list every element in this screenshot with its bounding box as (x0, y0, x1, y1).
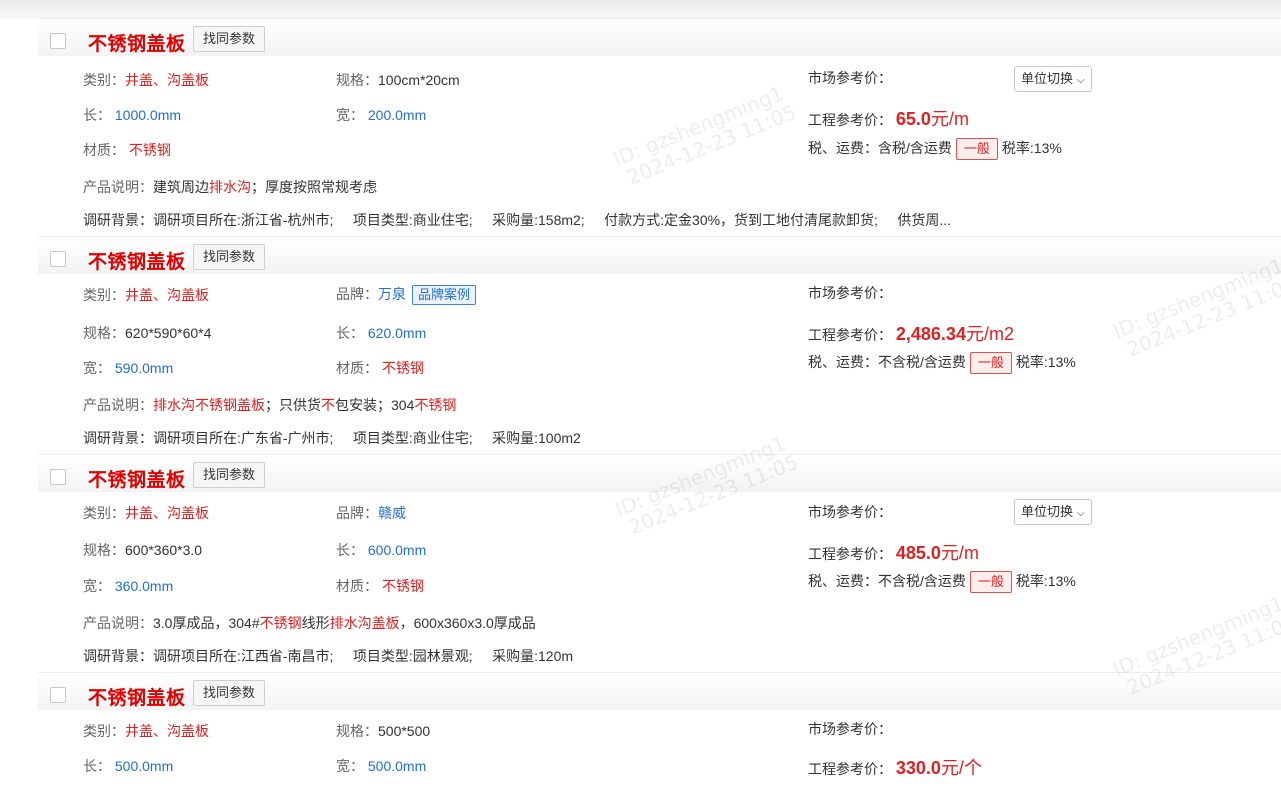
category-link-manhole[interactable]: 井盖 (125, 72, 153, 88)
market-price-field: 市场参考价： (808, 285, 892, 301)
length-field: 长： 620.0mm (336, 325, 427, 341)
category-link-trench[interactable]: 沟盖板 (167, 723, 209, 739)
item-header: 不锈钢盖板 找同参数 (38, 237, 1281, 274)
product-title[interactable]: 不锈钢盖板 (88, 29, 186, 56)
product-item: 不锈钢盖板 找同参数 类别：井盖、沟盖板 规格：500*500 长： 500.0… (38, 672, 1281, 787)
product-description: 产品说明：建筑周边排水沟；厚度按照常规考虑 (83, 179, 377, 195)
length-field: 长： 600.0mm (336, 542, 427, 558)
spec-field: 规格：600*360*3.0 (83, 542, 203, 558)
market-price-field: 市场参考价： (808, 70, 892, 86)
project-price-field: 工程参考价： 2,486.34元/m2 (808, 324, 1014, 344)
width-field: 宽： 500.0mm (336, 758, 427, 774)
material-field: 材质： 不锈钢 (336, 360, 424, 376)
product-description: 产品说明：排水沟不锈钢盖板；只供货不包安装；304不锈钢 (83, 397, 457, 413)
width-field: 宽： 200.0mm (336, 107, 427, 123)
brand-link[interactable]: 赣威 (378, 505, 406, 521)
general-tag[interactable]: 一般 (969, 352, 1012, 374)
brand-field: 品牌：赣威 (336, 505, 406, 521)
product-title[interactable]: 不锈钢盖板 (88, 465, 186, 492)
top-shadow-bar (0, 0, 1281, 16)
length-field: 长： 500.0mm (83, 758, 174, 774)
category-field: 类别：井盖、沟盖板 (83, 287, 209, 303)
select-checkbox[interactable] (50, 251, 66, 267)
category-link-trench[interactable]: 沟盖板 (167, 287, 209, 303)
material-field: 材质： 不锈钢 (336, 578, 424, 594)
width-field: 宽： 360.0mm (83, 578, 174, 594)
spec-field: 规格：500*500 (336, 723, 431, 739)
select-checkbox[interactable] (50, 33, 66, 49)
project-price-field: 工程参考价： 485.0元/m (808, 543, 979, 563)
find-same-params-button[interactable]: 找同参数 (193, 680, 266, 706)
find-same-params-button[interactable]: 找同参数 (193, 244, 266, 270)
category-field: 类别：井盖、沟盖板 (83, 72, 209, 88)
project-price-field: 工程参考价： 330.0元/个 (808, 758, 982, 778)
chevron-down-icon: ⌵ (1077, 75, 1085, 86)
category-link-manhole[interactable]: 井盖 (125, 723, 153, 739)
item-header: 不锈钢盖板 找同参数 (38, 455, 1281, 492)
product-list: 不锈钢盖板 找同参数 类别：井盖、沟盖板 规格：100cm*20cm 长： 10… (38, 18, 1281, 787)
category-field: 类别：井盖、沟盖板 (83, 505, 209, 521)
research-background: 调研背景：调研项目所在:广东省-广州市; 项目类型:商业住宅; 采购量:100m… (83, 430, 581, 446)
general-tag[interactable]: 一般 (955, 138, 998, 160)
find-same-params-button[interactable]: 找同参数 (193, 26, 266, 52)
spec-field: 规格：620*590*60*4 (83, 325, 212, 341)
category-link-manhole[interactable]: 井盖 (125, 287, 153, 303)
market-price-field: 市场参考价： (808, 721, 892, 737)
product-description: 产品说明：3.0厚成品，304#不锈钢线形排水沟盖板，600x360x3.0厚成… (83, 615, 536, 631)
general-tag[interactable]: 一般 (969, 571, 1012, 593)
tax-field: 税、运费：不含税/含运费 一般 税率:13% (808, 352, 1076, 374)
brand-field: 品牌：万泉 品牌案例 (336, 284, 477, 305)
category-link-manhole[interactable]: 井盖 (125, 505, 153, 521)
category-field: 类别：井盖、沟盖板 (83, 723, 209, 739)
unit-switch-select[interactable]: 单位切换 ⌵ (1014, 499, 1092, 525)
brand-case-tag[interactable]: 品牌案例 (412, 285, 477, 305)
research-background: 调研背景：调研项目所在:浙江省-杭州市; 项目类型:商业住宅; 采购量:158m… (83, 212, 952, 228)
product-item: 不锈钢盖板 找同参数 类别：井盖、沟盖板 品牌：万泉 品牌案例 规格：620*59… (38, 236, 1281, 454)
item-header: 不锈钢盖板 找同参数 (38, 673, 1281, 710)
product-title[interactable]: 不锈钢盖板 (88, 683, 186, 710)
material-field: 材质： 不锈钢 (83, 142, 171, 158)
width-field: 宽： 590.0mm (83, 360, 174, 376)
select-checkbox[interactable] (50, 687, 66, 703)
tax-field: 税、运费：含税/含运费 一般 税率:13% (808, 138, 1062, 160)
length-field: 长： 1000.0mm (83, 107, 182, 123)
brand-link[interactable]: 万泉 (378, 286, 406, 302)
tax-field: 税、运费：不含税/含运费 一般 税率:13% (808, 571, 1076, 593)
chevron-down-icon: ⌵ (1077, 508, 1085, 519)
find-same-params-button[interactable]: 找同参数 (193, 462, 266, 488)
research-background: 调研背景：调研项目所在:江西省-南昌市; 项目类型:园林景观; 采购量:120m (83, 648, 574, 664)
item-header: 不锈钢盖板 找同参数 (38, 19, 1281, 56)
market-price-field: 市场参考价： (808, 504, 892, 520)
spec-field: 规格：100cm*20cm (336, 72, 460, 88)
product-item: 不锈钢盖板 找同参数 类别：井盖、沟盖板 规格：100cm*20cm 长： 10… (38, 18, 1281, 236)
category-link-trench[interactable]: 沟盖板 (167, 72, 209, 88)
unit-switch-select[interactable]: 单位切换 ⌵ (1014, 66, 1092, 92)
product-title[interactable]: 不锈钢盖板 (88, 247, 186, 274)
project-price-field: 工程参考价： 65.0元/m (808, 109, 969, 129)
product-item: 不锈钢盖板 找同参数 类别：井盖、沟盖板 品牌：赣威 规格：600*360*3.… (38, 454, 1281, 672)
category-link-trench[interactable]: 沟盖板 (167, 505, 209, 521)
select-checkbox[interactable] (50, 469, 66, 485)
